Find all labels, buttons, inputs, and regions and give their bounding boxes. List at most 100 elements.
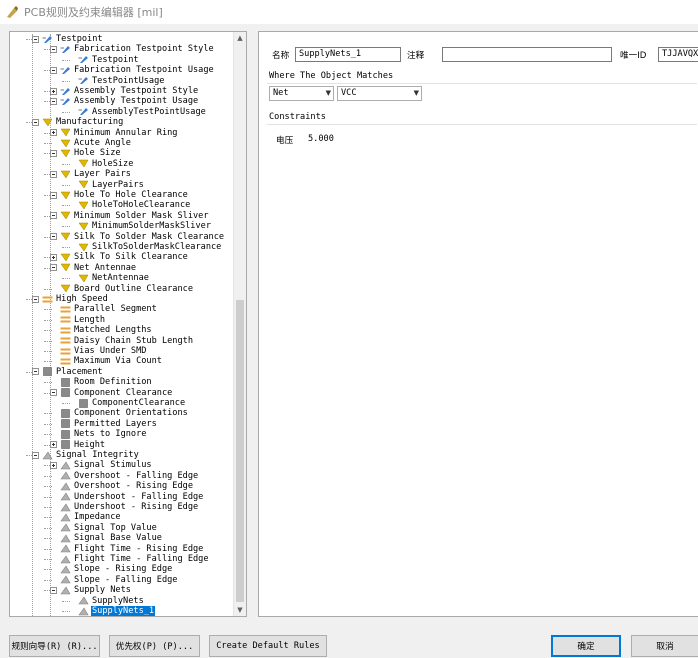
match-kind-select[interactable]: Net ▼ — [269, 86, 334, 101]
tree-item[interactable]: AssemblyTestPointUsage — [78, 107, 207, 117]
tree-item[interactable]: SilkToSolderMaskClearance — [78, 242, 222, 252]
tree-item[interactable]: Silk To Solder Mask Clearance — [60, 232, 225, 242]
tree-item[interactable]: Signal Base Value — [60, 533, 163, 543]
tree-item[interactable]: Fabrication Testpoint Style — [60, 44, 215, 54]
tree-item[interactable]: Height — [60, 440, 106, 450]
tree-item[interactable]: Signal Stimulus — [60, 460, 153, 470]
scroll-thumb[interactable] — [236, 300, 244, 602]
tree-item[interactable]: Impedance — [60, 512, 122, 522]
tree-item[interactable]: Length — [60, 315, 106, 325]
tree-item-label: Maximum Via Count — [74, 356, 162, 367]
tree-item[interactable]: Net Antennae — [60, 263, 137, 273]
expand-icon[interactable] — [50, 129, 57, 137]
collapse-icon[interactable] — [50, 149, 57, 157]
tree-item[interactable]: Flight Time - Rising Edge — [60, 544, 204, 554]
tree-item[interactable]: Matched Lengths — [60, 325, 153, 335]
tree-item[interactable]: Slope - Falling Edge — [60, 575, 178, 585]
tree-item[interactable]: Daisy Chain Stub Length — [60, 336, 194, 346]
tree-item[interactable]: Flight Time - Falling Edge — [60, 554, 210, 564]
cancel-button[interactable]: 取消 — [631, 635, 698, 657]
collapse-icon[interactable] — [50, 212, 57, 220]
tree-item[interactable]: Board Outline Clearance — [60, 284, 194, 294]
tree-item[interactable]: Assembly Testpoint Usage — [60, 96, 199, 106]
rule-type-icon — [42, 35, 52, 43]
collapse-icon[interactable] — [50, 264, 57, 272]
collapse-icon[interactable] — [50, 389, 57, 397]
tree-item[interactable]: Signal Integrity — [42, 450, 140, 460]
tree-item[interactable]: Maximum Via Count — [60, 356, 163, 366]
tree-item[interactable]: Vias Under SMD — [60, 346, 147, 356]
tree-item-label: Undershoot - Falling Edge — [74, 491, 204, 502]
tree-item-label: ComponentClearance — [92, 398, 186, 408]
ok-button[interactable]: 确定 — [551, 635, 621, 657]
tree-vertical-scrollbar[interactable]: ▲ ▼ — [233, 32, 246, 616]
chevron-down-icon: ▼ — [413, 89, 419, 97]
tree-item[interactable]: Room Definition — [60, 377, 153, 387]
collapse-icon[interactable] — [50, 170, 57, 178]
tree-item[interactable]: High Speed — [42, 294, 109, 304]
tree-item[interactable]: Overshoot - Falling Edge — [60, 471, 199, 481]
tree-item[interactable]: NetAntennae — [78, 273, 150, 283]
expand-icon[interactable] — [50, 87, 57, 95]
rules-tree[interactable]: Testpoint Fabrication Testpoint Style Test… — [10, 32, 234, 616]
tree-item[interactable]: HoleSize — [78, 159, 134, 169]
rule-wizard-button[interactable]: 规则向导(R) (R)... — [9, 635, 100, 657]
tree-item[interactable]: Component Orientations — [60, 408, 189, 418]
scroll-up-arrow[interactable]: ▲ — [234, 32, 246, 44]
tree-item[interactable]: HoleToHoleClearance — [78, 200, 191, 210]
collapse-icon[interactable] — [32, 35, 39, 43]
collapse-icon[interactable] — [32, 295, 39, 303]
tree-item[interactable]: Fabrication Testpoint Usage — [60, 65, 215, 75]
unique-id-input[interactable]: TJJAVQXV — [658, 47, 698, 62]
rule-name-input[interactable]: SupplyNets_1 — [295, 47, 401, 62]
expand-icon[interactable] — [50, 441, 57, 449]
create-default-rules-button[interactable]: Create Default Rules — [209, 635, 327, 657]
tree-item[interactable]: LayerPairs — [78, 180, 145, 190]
tree-item[interactable]: Permitted Layers — [60, 419, 158, 429]
voltage-value-field[interactable]: 5.000 — [308, 134, 334, 144]
collapse-icon[interactable] — [50, 586, 57, 594]
tree-item[interactable]: Testpoint — [78, 55, 140, 65]
tree-item[interactable]: Assembly Testpoint Style — [60, 86, 199, 96]
collapse-icon[interactable] — [50, 191, 57, 199]
expand-icon[interactable] — [50, 461, 57, 469]
tree-item[interactable]: SupplyNets — [78, 596, 145, 606]
collapse-icon[interactable] — [32, 368, 39, 376]
tree-item[interactable]: Testpoint — [42, 34, 104, 44]
priorities-button[interactable]: 优先权(P) (P)... — [109, 635, 200, 657]
collapse-icon[interactable] — [32, 451, 39, 459]
tree-item[interactable]: Hole To Hole Clearance — [60, 190, 189, 200]
tree-item[interactable]: Silk To Silk Clearance — [60, 252, 189, 262]
tree-item[interactable]: Undershoot - Falling Edge — [60, 492, 204, 502]
tree-item[interactable]: Component Clearance — [60, 388, 173, 398]
match-value-select[interactable]: VCC ▼ — [337, 86, 422, 101]
tree-item[interactable]: Manufacturing — [42, 117, 124, 127]
scroll-down-arrow[interactable]: ▼ — [234, 604, 246, 616]
tree-item[interactable]: Placement — [42, 367, 104, 377]
collapse-icon[interactable] — [50, 233, 57, 241]
expand-icon[interactable] — [50, 253, 57, 261]
tree-item[interactable]: Supply Nets — [60, 585, 132, 595]
tree-item[interactable]: Minimum Annular Ring — [60, 128, 178, 138]
tree-item[interactable]: Undershoot - Rising Edge — [60, 502, 199, 512]
tree-item[interactable]: TestPointUsage — [78, 76, 165, 86]
collapse-icon[interactable] — [50, 45, 57, 53]
tree-item-selected[interactable]: SupplyNets_1 — [78, 606, 156, 616]
tree-connector — [62, 226, 70, 228]
tree-item[interactable]: Hole Size — [60, 148, 122, 158]
tree-item[interactable]: Overshoot - Rising Edge — [60, 481, 194, 491]
tree-item[interactable]: Minimum Solder Mask Sliver — [60, 211, 210, 221]
tree-item[interactable]: Slope - Rising Edge — [60, 564, 173, 574]
tree-item[interactable]: Layer Pairs — [60, 169, 132, 179]
tree-item[interactable]: ComponentClearance — [78, 398, 186, 408]
collapse-icon[interactable] — [32, 118, 39, 126]
collapse-icon[interactable] — [50, 97, 57, 105]
tree-connector — [44, 288, 52, 290]
tree-item[interactable]: Parallel Segment — [60, 304, 158, 314]
tree-item[interactable]: MinimumSolderMaskSliver — [78, 221, 212, 231]
tree-item[interactable]: Acute Angle — [60, 138, 132, 148]
rule-comment-input[interactable] — [442, 47, 612, 62]
collapse-icon[interactable] — [50, 66, 57, 74]
tree-item[interactable]: Signal Top Value — [60, 523, 158, 533]
tree-item[interactable]: Nets to Ignore — [60, 429, 147, 439]
